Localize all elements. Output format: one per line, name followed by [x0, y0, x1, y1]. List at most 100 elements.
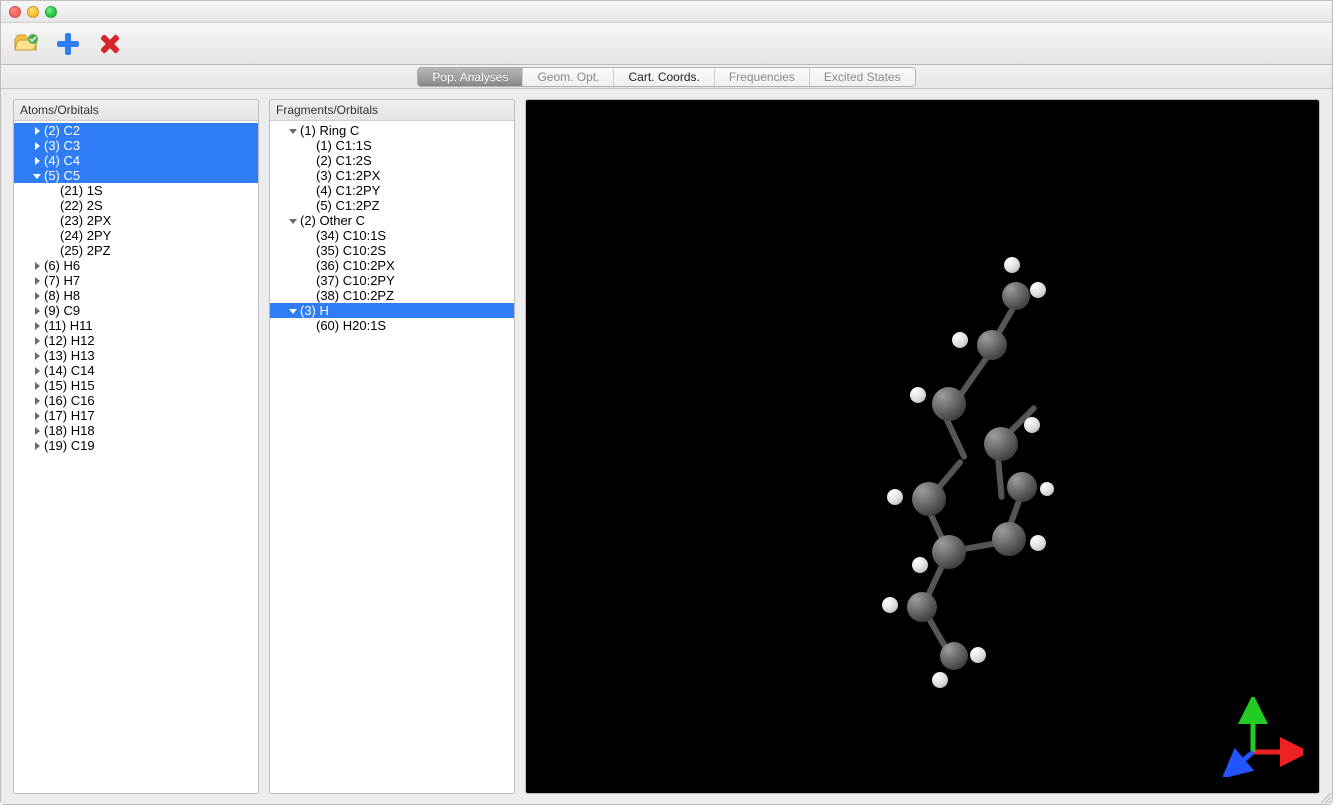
tree-row[interactable]: (7) H7	[14, 273, 258, 288]
tree-row[interactable]: (4) C1:2PY	[270, 183, 514, 198]
tree-row-label: (19) C19	[44, 438, 95, 453]
zoom-icon[interactable]	[45, 6, 57, 18]
disclosure-none	[304, 276, 314, 286]
close-icon[interactable]	[9, 6, 21, 18]
disclosure-right-icon[interactable]	[32, 261, 42, 271]
tree-row[interactable]: (2) C2	[14, 123, 258, 138]
disclosure-right-icon[interactable]	[32, 156, 42, 166]
tree-row-label: (18) H18	[44, 423, 95, 438]
disclosure-right-icon[interactable]	[32, 126, 42, 136]
tab-cart-coords[interactable]: Cart. Coords.	[614, 68, 714, 86]
disclosure-down-icon[interactable]	[288, 126, 298, 136]
disclosure-right-icon[interactable]	[32, 396, 42, 406]
tree-row[interactable]: (35) C10:2S	[270, 243, 514, 258]
disclosure-down-icon[interactable]	[288, 306, 298, 316]
tree-row-label: (38) C10:2PZ	[316, 288, 394, 303]
disclosure-right-icon[interactable]	[32, 441, 42, 451]
tree-row[interactable]: (18) H18	[14, 423, 258, 438]
tree-row[interactable]: (13) H13	[14, 348, 258, 363]
tree-row[interactable]: (19) C19	[14, 438, 258, 453]
disclosure-right-icon[interactable]	[32, 426, 42, 436]
tree-row[interactable]: (60) H20:1S	[270, 318, 514, 333]
disclosure-right-icon[interactable]	[32, 276, 42, 286]
tree-row[interactable]: (16) C16	[14, 393, 258, 408]
tree-row[interactable]: (38) C10:2PZ	[270, 288, 514, 303]
tree-row[interactable]: (25) 2PZ	[14, 243, 258, 258]
molecule-viewer[interactable]	[525, 99, 1320, 794]
disclosure-none	[304, 141, 314, 151]
tree-row[interactable]: (9) C9	[14, 303, 258, 318]
disclosure-right-icon[interactable]	[32, 336, 42, 346]
tree-row-label: (6) H6	[44, 258, 80, 273]
disclosure-right-icon[interactable]	[32, 321, 42, 331]
tree-row[interactable]: (24) 2PY	[14, 228, 258, 243]
disclosure-none	[304, 246, 314, 256]
disclosure-right-icon[interactable]	[32, 351, 42, 361]
tab-pop-analyses[interactable]: Pop. Analyses	[418, 68, 523, 86]
tree-row-label: (34) C10:1S	[316, 228, 386, 243]
add-button[interactable]	[53, 29, 83, 59]
tree-row-label: (16) C16	[44, 393, 95, 408]
tree-row[interactable]: (3) C1:2PX	[270, 168, 514, 183]
tree-row[interactable]: (2) Other C	[270, 213, 514, 228]
tree-row-label: (25) 2PZ	[60, 243, 111, 258]
tree-row-label: (3) C1:2PX	[316, 168, 380, 183]
tree-row-label: (1) C1:1S	[316, 138, 372, 153]
tree-row[interactable]: (5) C1:2PZ	[270, 198, 514, 213]
tree-row-label: (14) C14	[44, 363, 95, 378]
tree-row[interactable]: (2) C1:2S	[270, 153, 514, 168]
fragments-orbitals-tree[interactable]: (1) Ring C(1) C1:1S(2) C1:2S(3) C1:2PX(4…	[270, 121, 514, 793]
disclosure-none	[48, 246, 58, 256]
disclosure-right-icon[interactable]	[32, 366, 42, 376]
disclosure-down-icon[interactable]	[32, 171, 42, 181]
toolbar	[1, 23, 1332, 65]
tab-excited-states[interactable]: Excited States	[810, 68, 915, 86]
atoms-orbitals-header: Atoms/Orbitals	[14, 100, 258, 121]
delete-button[interactable]	[95, 29, 125, 59]
tree-row[interactable]: (11) H11	[14, 318, 258, 333]
fragments-orbitals-header: Fragments/Orbitals	[270, 100, 514, 121]
disclosure-right-icon[interactable]	[32, 411, 42, 421]
tree-row[interactable]: (21) 1S	[14, 183, 258, 198]
tree-row-label: (60) H20:1S	[316, 318, 386, 333]
tree-row[interactable]: (1) C1:1S	[270, 138, 514, 153]
tree-row-label: (11) H11	[44, 318, 93, 333]
tree-row[interactable]: (34) C10:1S	[270, 228, 514, 243]
disclosure-right-icon[interactable]	[32, 381, 42, 391]
tree-row[interactable]: (23) 2PX	[14, 213, 258, 228]
disclosure-right-icon[interactable]	[32, 291, 42, 301]
tree-row[interactable]: (6) H6	[14, 258, 258, 273]
tree-row[interactable]: (17) H17	[14, 408, 258, 423]
tree-row[interactable]: (37) C10:2PY	[270, 273, 514, 288]
titlebar	[1, 1, 1332, 23]
tree-row[interactable]: (1) Ring C	[270, 123, 514, 138]
disclosure-down-icon[interactable]	[288, 216, 298, 226]
disclosure-right-icon[interactable]	[32, 141, 42, 151]
tree-row-label: (35) C10:2S	[316, 243, 386, 258]
plus-icon	[54, 30, 82, 58]
tree-row[interactable]: (4) C4	[14, 153, 258, 168]
molecule-render	[812, 227, 1112, 667]
tab-frequencies[interactable]: Frequencies	[715, 68, 810, 86]
disclosure-none	[48, 186, 58, 196]
atoms-orbitals-tree[interactable]: (2) C2(3) C3(4) C4(5) C5(21) 1S(22) 2S(2…	[14, 121, 258, 793]
tree-row[interactable]: (36) C10:2PX	[270, 258, 514, 273]
open-button[interactable]	[11, 29, 41, 59]
tree-row[interactable]: (14) C14	[14, 363, 258, 378]
disclosure-right-icon[interactable]	[32, 306, 42, 316]
tree-row[interactable]: (22) 2S	[14, 198, 258, 213]
minimize-icon[interactable]	[27, 6, 39, 18]
tree-row[interactable]: (3) H	[270, 303, 514, 318]
fragments-orbitals-panel: Fragments/Orbitals (1) Ring C(1) C1:1S(2…	[269, 99, 515, 794]
tree-row[interactable]: (3) C3	[14, 138, 258, 153]
tree-row[interactable]: (5) C5	[14, 168, 258, 183]
tabbar: Pop. AnalysesGeom. Opt.Cart. Coords.Freq…	[1, 65, 1332, 89]
tab-geom-opt[interactable]: Geom. Opt.	[523, 68, 614, 86]
tree-row-label: (2) C2	[44, 123, 80, 138]
tree-row-label: (4) C1:2PY	[316, 183, 380, 198]
tree-row[interactable]: (12) H12	[14, 333, 258, 348]
disclosure-none	[48, 231, 58, 241]
tree-row[interactable]: (8) H8	[14, 288, 258, 303]
tree-row-label: (4) C4	[44, 153, 80, 168]
tree-row[interactable]: (15) H15	[14, 378, 258, 393]
